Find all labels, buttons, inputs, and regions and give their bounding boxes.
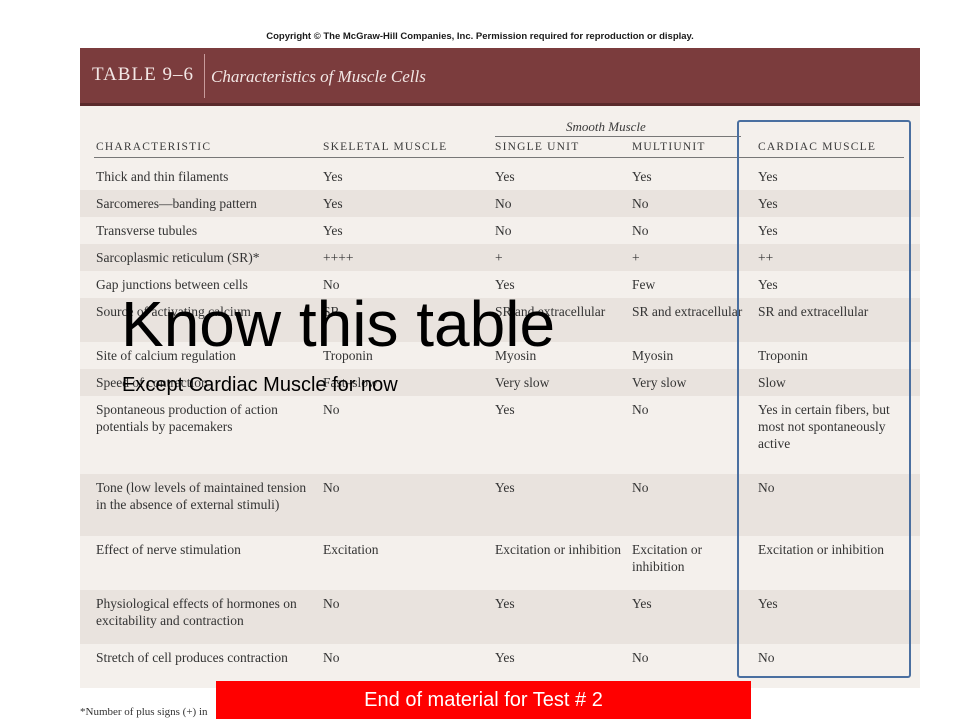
- cell-characteristic: Tone (low levels of maintained tension i…: [96, 480, 307, 512]
- cell-characteristic: Transverse tubules: [96, 223, 198, 238]
- cell-characteristic: Physiological effects of hormones on exc…: [96, 596, 297, 628]
- cell-skeletal: Yes: [323, 196, 343, 211]
- cell-characteristic: Effect of nerve stimulation: [96, 542, 241, 557]
- cell-single-unit: Yes: [495, 650, 515, 665]
- cell-multiunit: Myosin: [632, 348, 674, 363]
- col-header-single-unit: SINGLE UNIT: [495, 141, 580, 153]
- cell-characteristic: Thick and thin filaments: [96, 169, 229, 184]
- cell-characteristic: Spontaneous production of action potenti…: [96, 402, 278, 434]
- overlay-title: Know this table: [121, 288, 556, 360]
- banner-divider: [204, 54, 205, 98]
- cell-skeletal: No: [323, 480, 340, 495]
- cell-multiunit: No: [632, 480, 649, 495]
- cell-multiunit: Few: [632, 277, 656, 292]
- cell-single-unit: Yes: [495, 169, 515, 184]
- table-footnote: *Number of plus signs (+) in: [80, 706, 208, 718]
- cell-multiunit: No: [632, 223, 649, 238]
- end-of-material-banner: End of material for Test # 2: [216, 681, 751, 719]
- cell-characteristic: Stretch of cell produces contraction: [96, 650, 288, 665]
- smooth-muscle-rule: [495, 136, 741, 137]
- cell-single-unit: Yes: [495, 402, 515, 417]
- cell-skeletal: Yes: [323, 169, 343, 184]
- cell-multiunit: Yes: [632, 169, 652, 184]
- col-header-skeletal: SKELETAL MUSCLE: [323, 141, 448, 153]
- cell-multiunit: Excitation or inhibition: [632, 542, 703, 574]
- cell-multiunit: Yes: [632, 596, 652, 611]
- cell-skeletal: Excitation: [323, 542, 379, 557]
- cell-single-unit: Excitation or inhibition: [495, 542, 621, 557]
- cell-single-unit: +: [495, 250, 503, 265]
- smooth-muscle-header: Smooth Muscle: [566, 119, 646, 134]
- cell-single-unit: No: [495, 196, 512, 211]
- cell-skeletal: ++++: [323, 250, 354, 265]
- cell-single-unit: Yes: [495, 596, 515, 611]
- cell-skeletal: No: [323, 650, 340, 665]
- col-header-characteristic: CHARACTERISTIC: [96, 141, 212, 153]
- cardiac-column-highlight: [737, 120, 911, 678]
- cell-characteristic: Sarcoplasmic reticulum (SR)*: [96, 250, 260, 265]
- cell-skeletal: No: [323, 402, 340, 417]
- table-title: Characteristics of Muscle Cells: [211, 67, 426, 86]
- cell-multiunit: No: [632, 650, 649, 665]
- cell-characteristic: Sarcomeres—banding pattern: [96, 196, 257, 211]
- table-number: TABLE 9–6: [92, 64, 194, 85]
- cell-multiunit: SR and extracellular: [632, 304, 743, 319]
- cell-skeletal: No: [323, 596, 340, 611]
- col-header-multiunit: MULTIUNIT: [632, 141, 706, 153]
- cell-multiunit: +: [632, 250, 640, 265]
- cell-single-unit: Very slow: [495, 375, 550, 390]
- table-banner: TABLE 9–6 Characteristics of Muscle Cell…: [80, 48, 920, 106]
- cell-multiunit: No: [632, 402, 649, 417]
- overlay-subtitle: Except Cardiac Muscle for now: [122, 374, 398, 396]
- cell-multiunit: Very slow: [632, 375, 687, 390]
- cell-multiunit: No: [632, 196, 649, 211]
- cell-single-unit: Yes: [495, 480, 515, 495]
- copyright-notice: Copyright © The McGraw-Hill Companies, I…: [266, 31, 694, 42]
- cell-single-unit: No: [495, 223, 512, 238]
- cell-skeletal: Yes: [323, 223, 343, 238]
